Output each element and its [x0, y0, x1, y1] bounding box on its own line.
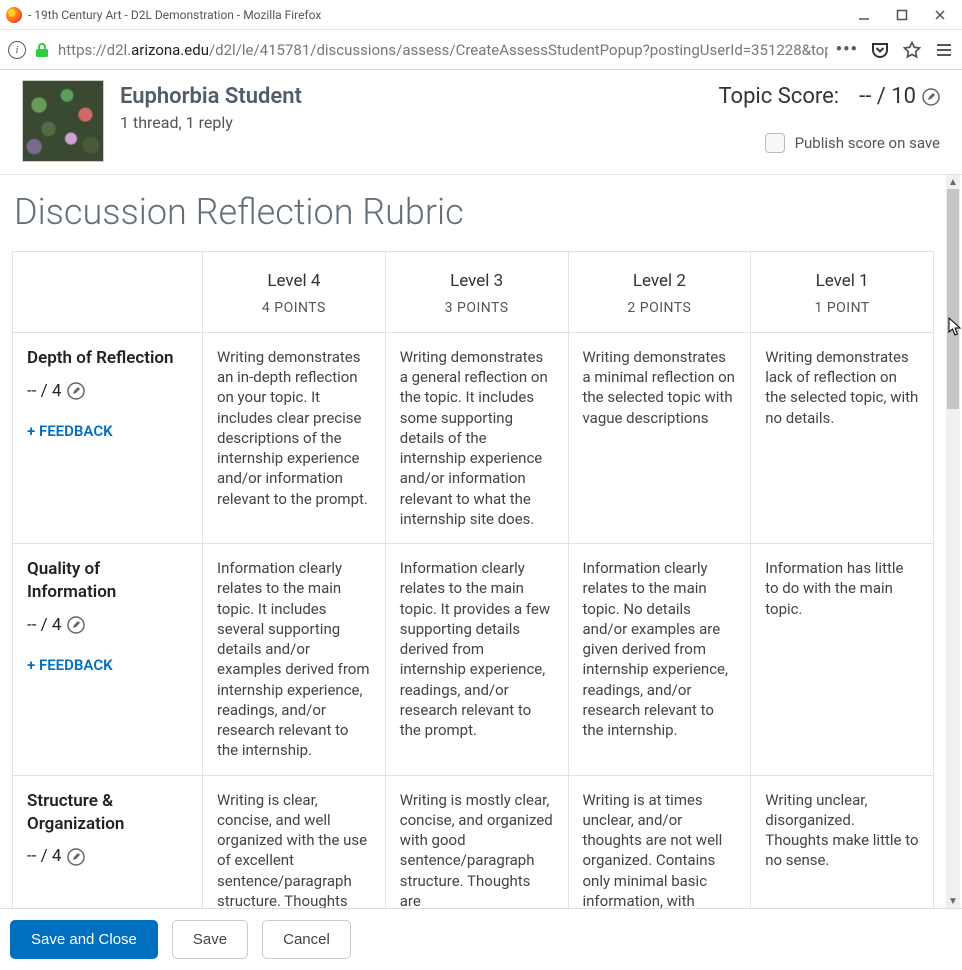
publish-score-label: Publish score on save: [795, 134, 940, 152]
edit-criterion-score-icon[interactable]: [67, 616, 85, 634]
rubric-cell[interactable]: Writing demonstrates lack of reflection …: [751, 332, 934, 543]
mouse-cursor-icon: [948, 317, 962, 341]
bookmark-star-icon[interactable]: [902, 40, 922, 60]
criterion-header-cell: Structure & Organization -- / 4: [13, 775, 203, 908]
level-name: Level 2: [633, 271, 686, 291]
rubric-corner-cell: [13, 252, 203, 333]
criterion-name: Quality of Information: [27, 558, 188, 604]
scrollbar-thumb[interactable]: [947, 189, 959, 409]
rubric-cell[interactable]: Writing demonstrates a minimal reflectio…: [568, 332, 751, 543]
scroll-up-button[interactable]: ▲: [947, 175, 959, 189]
level-points: 3 POINTS: [394, 299, 560, 318]
rubric-cell[interactable]: Writing demonstrates a general reflectio…: [385, 332, 568, 543]
rubric-cell[interactable]: Information clearly relates to the main …: [385, 544, 568, 776]
rubric-cell[interactable]: Information clearly relates to the main …: [203, 544, 386, 776]
save-and-close-button[interactable]: Save and Close: [10, 920, 158, 959]
topic-score-label: Topic Score:: [718, 84, 839, 109]
url-field[interactable]: https://d2l.arizona.edu/d2l/le/415781/di…: [58, 41, 828, 59]
student-header: Euphorbia Student 1 thread, 1 reply Topi…: [0, 70, 962, 175]
scroll-down-button[interactable]: ▼: [947, 894, 959, 908]
level-name: Level 4: [267, 271, 320, 291]
close-button[interactable]: [932, 7, 948, 23]
add-feedback-link[interactable]: + FEEDBACK: [27, 421, 188, 441]
window-title: - 19th Century Art - D2L Demonstration -…: [28, 8, 856, 22]
menu-icon[interactable]: [934, 40, 954, 60]
criterion-name: Structure & Organization: [27, 790, 188, 836]
level-points: 4 POINTS: [211, 299, 377, 318]
save-button[interactable]: Save: [172, 920, 248, 959]
level-points: 2 POINTS: [577, 299, 743, 318]
level-name: Level 1: [816, 271, 869, 291]
publish-score-checkbox[interactable]: [765, 133, 785, 153]
thread-summary: 1 thread, 1 reply: [120, 113, 718, 132]
student-name: Euphorbia Student: [120, 84, 718, 109]
criterion-score: -- / 4: [27, 380, 61, 403]
url-host: arizona.edu: [131, 41, 209, 59]
rubric-cell[interactable]: Writing unclear, disorganized. Thoughts …: [751, 775, 934, 908]
pocket-icon[interactable]: [870, 40, 890, 60]
address-bar: i https://d2l.arizona.edu/d2l/le/415781/…: [0, 30, 962, 70]
edit-score-icon[interactable]: [922, 88, 940, 106]
rubric-cell[interactable]: Writing is clear, concise, and well orga…: [203, 775, 386, 908]
rubric-cell[interactable]: Information clearly relates to the main …: [568, 544, 751, 776]
firefox-icon: [6, 7, 22, 23]
footer-actions: Save and Close Save Cancel: [0, 908, 962, 970]
cancel-button[interactable]: Cancel: [262, 920, 351, 959]
criterion-row: Quality of Information -- / 4 + FEEDBACK…: [13, 544, 934, 776]
criterion-row: Structure & Organization -- / 4 Writing …: [13, 775, 934, 908]
criterion-score: -- / 4: [27, 845, 61, 868]
rubric-cell[interactable]: Information has little to do with the ma…: [751, 544, 934, 776]
avatar: [22, 80, 104, 162]
topic-score-value: -- / 10: [859, 84, 916, 109]
rubric-title: Discussion Reflection Rubric: [14, 191, 934, 233]
criterion-name: Depth of Reflection: [27, 347, 188, 370]
rubric-scroll-region: ▲ ▼ Discussion Reflection Rubric Level 4…: [0, 175, 962, 908]
maximize-button[interactable]: [894, 7, 910, 23]
criterion-header-cell: Depth of Reflection -- / 4 + FEEDBACK: [13, 332, 203, 543]
url-prefix: https://d2l.: [58, 41, 131, 59]
window-titlebar: - 19th Century Art - D2L Demonstration -…: [0, 0, 962, 30]
add-feedback-link[interactable]: + FEEDBACK: [27, 655, 188, 675]
level-name: Level 3: [450, 271, 503, 291]
edit-criterion-score-icon[interactable]: [67, 848, 85, 866]
criterion-row: Depth of Reflection -- / 4 + FEEDBACK Wr…: [13, 332, 934, 543]
site-info-icon[interactable]: i: [8, 41, 26, 59]
url-rest: /d2l/le/415781/discussions/assess/Create…: [209, 41, 828, 59]
level-header[interactable]: Level 4 4 POINTS: [203, 252, 386, 333]
level-points: 1 POINT: [759, 299, 925, 318]
edit-criterion-score-icon[interactable]: [67, 382, 85, 400]
criterion-score: -- / 4: [27, 614, 61, 637]
rubric-cell[interactable]: Writing demonstrates an in-depth reflect…: [203, 332, 386, 543]
lock-icon: [34, 42, 50, 58]
criterion-header-cell: Quality of Information -- / 4 + FEEDBACK: [13, 544, 203, 776]
page-actions-icon[interactable]: •••: [836, 39, 858, 60]
level-header[interactable]: Level 1 1 POINT: [751, 252, 934, 333]
minimize-button[interactable]: [856, 7, 872, 23]
rubric-cell[interactable]: Writing is at times unclear, and/or thou…: [568, 775, 751, 908]
rubric-table: Level 4 4 POINTS Level 3 3 POINTS Level …: [12, 251, 934, 908]
window-controls: [856, 7, 948, 23]
level-header[interactable]: Level 2 2 POINTS: [568, 252, 751, 333]
level-header[interactable]: Level 3 3 POINTS: [385, 252, 568, 333]
rubric-cell[interactable]: Writing is mostly clear, concise, and or…: [385, 775, 568, 908]
page-content: Euphorbia Student 1 thread, 1 reply Topi…: [0, 70, 962, 970]
